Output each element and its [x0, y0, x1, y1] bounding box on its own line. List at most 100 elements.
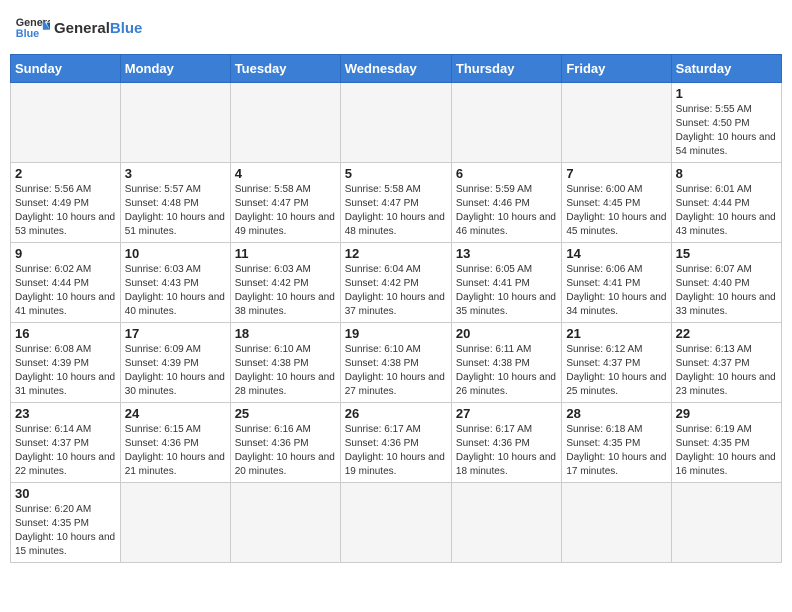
- day-number: 4: [235, 166, 336, 181]
- weekday-header-row: SundayMondayTuesdayWednesdayThursdayFrid…: [11, 55, 782, 83]
- day-number: 8: [676, 166, 777, 181]
- calendar-cell: [562, 83, 671, 163]
- day-info: Sunrise: 5:55 AM Sunset: 4:50 PM Dayligh…: [676, 103, 777, 159]
- day-number: 14: [566, 246, 666, 261]
- calendar-cell: 21 Sunrise: 6:12 AM Sunset: 4:37 PM Dayli…: [562, 323, 671, 403]
- calendar-cell: [340, 483, 451, 563]
- day-number: 20: [456, 326, 557, 341]
- calendar-cell: 8 Sunrise: 6:01 AM Sunset: 4:44 PM Daylig…: [671, 163, 781, 243]
- calendar-cell: [451, 83, 561, 163]
- day-number: 30: [15, 486, 116, 501]
- week-row-2: 2Sunrise: 5:56 AM Sunset: 4:49 PM Daylig…: [11, 163, 782, 243]
- day-info: Sunrise: 6:16 AM Sunset: 4:36 PM Dayligh…: [235, 423, 336, 479]
- week-row-1: 1 Sunrise: 5:55 AM Sunset: 4:50 PM Daylig…: [11, 83, 782, 163]
- calendar-cell: 25Sunrise: 6:16 AM Sunset: 4:36 PM Dayli…: [230, 403, 340, 483]
- day-info: Sunrise: 6:15 AM Sunset: 4:36 PM Dayligh…: [125, 423, 226, 479]
- day-number: 15: [676, 246, 777, 261]
- day-info: Sunrise: 6:07 AM Sunset: 4:40 PM Dayligh…: [676, 263, 777, 319]
- calendar-cell: 16 Sunrise: 6:08 AM Sunset: 4:39 PM Dayli…: [11, 323, 121, 403]
- calendar-cell: [671, 483, 781, 563]
- day-info: Sunrise: 6:19 AM Sunset: 4:35 PM Dayligh…: [676, 423, 777, 479]
- day-number: 23: [15, 406, 116, 421]
- day-info: Sunrise: 6:13 AM Sunset: 4:37 PM Dayligh…: [676, 343, 777, 399]
- day-number: 1: [676, 86, 777, 101]
- day-number: 22: [676, 326, 777, 341]
- day-info: Sunrise: 6:18 AM Sunset: 4:35 PM Dayligh…: [566, 423, 666, 479]
- calendar-cell: 20 Sunrise: 6:11 AM Sunset: 4:38 PM Dayli…: [451, 323, 561, 403]
- calendar-cell: 3 Sunrise: 5:57 AM Sunset: 4:48 PM Daylig…: [120, 163, 230, 243]
- day-info: Sunrise: 6:17 AM Sunset: 4:36 PM Dayligh…: [345, 423, 447, 479]
- calendar-cell: 13Sunrise: 6:05 AM Sunset: 4:41 PM Dayli…: [451, 243, 561, 323]
- calendar-cell: [120, 83, 230, 163]
- calendar-cell: [230, 83, 340, 163]
- calendar-cell: 7 Sunrise: 6:00 AM Sunset: 4:45 PM Daylig…: [562, 163, 671, 243]
- day-number: 24: [125, 406, 226, 421]
- day-info: Sunrise: 6:01 AM Sunset: 4:44 PM Dayligh…: [676, 183, 777, 239]
- weekday-header-thursday: Thursday: [451, 55, 561, 83]
- svg-text:Blue: Blue: [16, 28, 39, 40]
- calendar-cell: 26 Sunrise: 6:17 AM Sunset: 4:36 PM Dayli…: [340, 403, 451, 483]
- calendar-cell: [230, 483, 340, 563]
- calendar-cell: 15 Sunrise: 6:07 AM Sunset: 4:40 PM Dayli…: [671, 243, 781, 323]
- calendar-cell: 28Sunrise: 6:18 AM Sunset: 4:35 PM Dayli…: [562, 403, 671, 483]
- day-info: Sunrise: 6:10 AM Sunset: 4:38 PM Dayligh…: [345, 343, 447, 399]
- calendar-cell: [562, 483, 671, 563]
- day-number: 11: [235, 246, 336, 261]
- week-row-4: 16 Sunrise: 6:08 AM Sunset: 4:39 PM Dayli…: [11, 323, 782, 403]
- day-number: 7: [566, 166, 666, 181]
- weekday-header-wednesday: Wednesday: [340, 55, 451, 83]
- day-info: Sunrise: 6:10 AM Sunset: 4:38 PM Dayligh…: [235, 343, 336, 399]
- calendar-cell: 6Sunrise: 5:59 AM Sunset: 4:46 PM Daylig…: [451, 163, 561, 243]
- day-info: Sunrise: 5:58 AM Sunset: 4:47 PM Dayligh…: [235, 183, 336, 239]
- day-number: 6: [456, 166, 557, 181]
- day-number: 27: [456, 406, 557, 421]
- day-info: Sunrise: 6:08 AM Sunset: 4:39 PM Dayligh…: [15, 343, 116, 399]
- calendar-cell: 4 Sunrise: 5:58 AM Sunset: 4:47 PM Daylig…: [230, 163, 340, 243]
- calendar-cell: 22 Sunrise: 6:13 AM Sunset: 4:37 PM Dayli…: [671, 323, 781, 403]
- week-row-5: 23Sunrise: 6:14 AM Sunset: 4:37 PM Dayli…: [11, 403, 782, 483]
- day-info: Sunrise: 6:02 AM Sunset: 4:44 PM Dayligh…: [15, 263, 116, 319]
- weekday-header-saturday: Saturday: [671, 55, 781, 83]
- page-header: General Blue GeneralBlue: [10, 10, 782, 46]
- day-info: Sunrise: 6:06 AM Sunset: 4:41 PM Dayligh…: [566, 263, 666, 319]
- day-number: 18: [235, 326, 336, 341]
- calendar-cell: 9 Sunrise: 6:02 AM Sunset: 4:44 PM Daylig…: [11, 243, 121, 323]
- calendar-cell: [340, 83, 451, 163]
- day-info: Sunrise: 6:03 AM Sunset: 4:43 PM Dayligh…: [125, 263, 226, 319]
- day-number: 3: [125, 166, 226, 181]
- calendar-cell: 27Sunrise: 6:17 AM Sunset: 4:36 PM Dayli…: [451, 403, 561, 483]
- calendar-cell: 17Sunrise: 6:09 AM Sunset: 4:39 PM Dayli…: [120, 323, 230, 403]
- day-number: 26: [345, 406, 447, 421]
- day-number: 19: [345, 326, 447, 341]
- day-info: Sunrise: 6:20 AM Sunset: 4:35 PM Dayligh…: [15, 503, 116, 559]
- calendar-cell: 14 Sunrise: 6:06 AM Sunset: 4:41 PM Dayli…: [562, 243, 671, 323]
- calendar-cell: 2Sunrise: 5:56 AM Sunset: 4:49 PM Daylig…: [11, 163, 121, 243]
- day-info: Sunrise: 5:57 AM Sunset: 4:48 PM Dayligh…: [125, 183, 226, 239]
- day-info: Sunrise: 5:58 AM Sunset: 4:47 PM Dayligh…: [345, 183, 447, 239]
- logo-general-text: GeneralBlue: [54, 20, 142, 37]
- calendar-cell: [120, 483, 230, 563]
- day-info: Sunrise: 6:00 AM Sunset: 4:45 PM Dayligh…: [566, 183, 666, 239]
- logo-icon: General Blue: [14, 10, 50, 46]
- day-info: Sunrise: 6:11 AM Sunset: 4:38 PM Dayligh…: [456, 343, 557, 399]
- calendar-cell: 30 Sunrise: 6:20 AM Sunset: 4:35 PM Dayli…: [11, 483, 121, 563]
- calendar-cell: [451, 483, 561, 563]
- day-number: 13: [456, 246, 557, 261]
- calendar-table: SundayMondayTuesdayWednesdayThursdayFrid…: [10, 54, 782, 563]
- weekday-header-tuesday: Tuesday: [230, 55, 340, 83]
- week-row-3: 9 Sunrise: 6:02 AM Sunset: 4:44 PM Daylig…: [11, 243, 782, 323]
- calendar-cell: 5 Sunrise: 5:58 AM Sunset: 4:47 PM Daylig…: [340, 163, 451, 243]
- calendar-body: 1 Sunrise: 5:55 AM Sunset: 4:50 PM Daylig…: [11, 83, 782, 563]
- day-info: Sunrise: 6:12 AM Sunset: 4:37 PM Dayligh…: [566, 343, 666, 399]
- day-info: Sunrise: 6:03 AM Sunset: 4:42 PM Dayligh…: [235, 263, 336, 319]
- day-number: 21: [566, 326, 666, 341]
- day-number: 16: [15, 326, 116, 341]
- calendar-cell: 23Sunrise: 6:14 AM Sunset: 4:37 PM Dayli…: [11, 403, 121, 483]
- day-number: 12: [345, 246, 447, 261]
- logo: General Blue GeneralBlue: [14, 10, 142, 46]
- calendar-cell: 29Sunrise: 6:19 AM Sunset: 4:35 PM Dayli…: [671, 403, 781, 483]
- day-number: 5: [345, 166, 447, 181]
- day-number: 17: [125, 326, 226, 341]
- calendar-cell: 1 Sunrise: 5:55 AM Sunset: 4:50 PM Daylig…: [671, 83, 781, 163]
- day-number: 9: [15, 246, 116, 261]
